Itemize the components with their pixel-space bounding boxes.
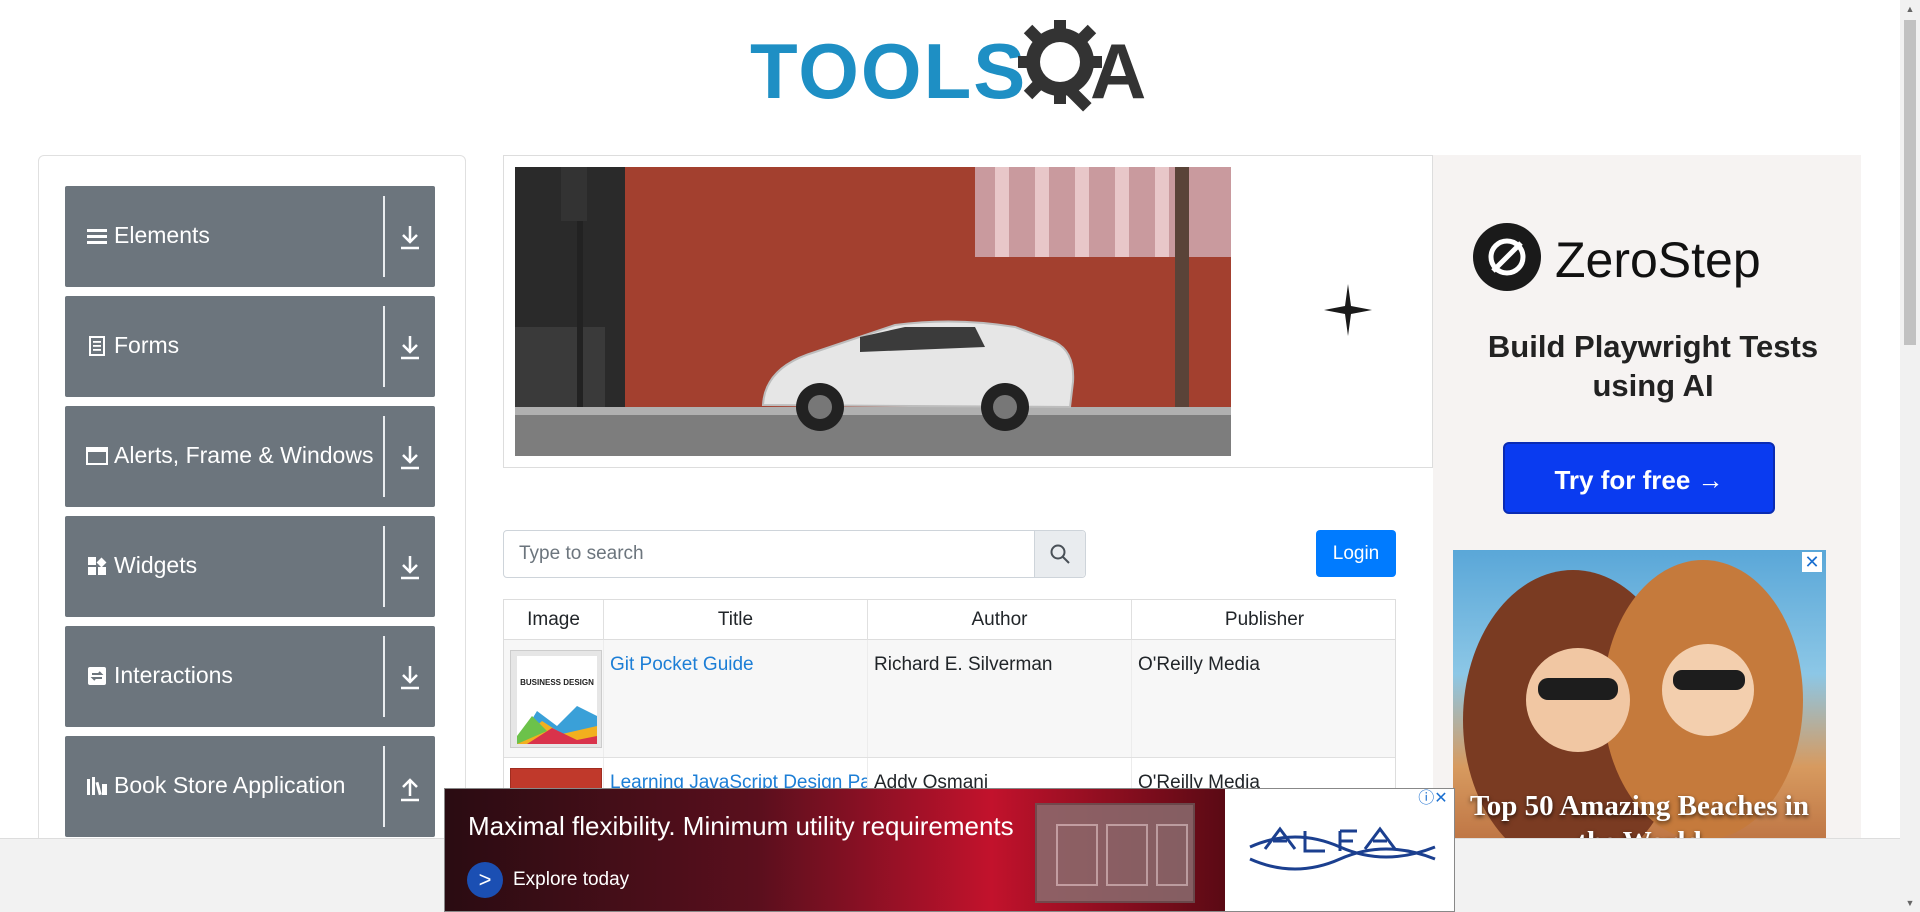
sidebar-group-widgets[interactable]: Widgets xyxy=(65,516,435,617)
scroll-down-icon[interactable]: ▼ xyxy=(1900,894,1920,912)
close-icon[interactable]: ✕ xyxy=(1802,552,1822,572)
document-icon xyxy=(89,336,105,356)
download-arrow-icon xyxy=(401,666,419,690)
search-input[interactable] xyxy=(504,531,1036,577)
library-icon xyxy=(87,777,107,796)
book-cover-cell: BUSINESS DESIGN xyxy=(504,640,604,757)
divider xyxy=(383,746,385,827)
alfa-laval-logo xyxy=(1249,826,1436,871)
column-header-publisher[interactable]: Publisher xyxy=(1132,600,1395,640)
logo-text-accent: A xyxy=(1090,27,1147,115)
download-arrow-icon xyxy=(401,336,419,360)
list-icon xyxy=(87,229,107,244)
scroll-up-icon[interactable]: ▲ xyxy=(1900,0,1920,18)
zerostep-logo-icon xyxy=(1473,223,1541,291)
sidebar-group-elements[interactable]: Elements xyxy=(65,186,435,287)
product-image xyxy=(1035,803,1195,903)
window-icon xyxy=(86,447,108,465)
sidebar-group-book-store[interactable]: Book Store Application xyxy=(65,736,435,837)
divider xyxy=(383,196,385,277)
interactions-icon xyxy=(88,667,106,685)
zerostep-name: ZeroStep xyxy=(1555,232,1761,288)
book-title-link[interactable]: Git Pocket Guide xyxy=(610,654,754,675)
sparkle-icon xyxy=(1324,284,1372,336)
bottom-ad-headline: Maximal flexibility. Minimum utility req… xyxy=(468,811,1014,841)
login-button[interactable]: Login xyxy=(1316,530,1396,577)
arrow-right-icon: > xyxy=(467,862,503,898)
bottom-ad-banner: Maximal flexibility. Minimum utility req… xyxy=(445,789,1225,911)
sidebar-group-label: Elements xyxy=(114,222,210,248)
banner-ad[interactable] xyxy=(503,155,1433,468)
search-box xyxy=(503,530,1086,578)
book-cover-image[interactable]: BUSINESS DESIGN xyxy=(510,650,602,748)
book-author-cell: Richard E. Silverman xyxy=(868,640,1132,757)
divider xyxy=(383,636,385,717)
sidebar-group-label: Book Store Application xyxy=(114,772,346,798)
left-sidebar: Elements Forms Alerts, Frame & Windows W… xyxy=(38,155,466,855)
sidebar-group-interactions[interactable]: Interactions xyxy=(65,626,435,727)
book-title-cell: Git Pocket Guide xyxy=(604,640,868,757)
sidebar-group-forms[interactable]: Forms xyxy=(65,296,435,397)
column-header-image[interactable]: Image xyxy=(504,600,604,640)
sidebar-group-label: Alerts, Frame & Windows xyxy=(114,442,374,468)
column-header-title[interactable]: Title xyxy=(604,600,868,640)
sidebar-group-label: Interactions xyxy=(114,662,233,688)
scrollbar-thumb[interactable] xyxy=(1904,20,1916,345)
table-row: BUSINESS DESIGN Git Pocket Guide Richard… xyxy=(504,640,1395,758)
upload-arrow-icon xyxy=(401,778,419,802)
try-for-free-button[interactable]: Try for free → xyxy=(1503,442,1775,514)
bottom-ad[interactable]: Maximal flexibility. Minimum utility req… xyxy=(444,788,1455,912)
explore-today-button[interactable]: > Explore today xyxy=(467,861,629,899)
divider xyxy=(383,526,385,607)
sidebar-group-label: Forms xyxy=(114,332,180,358)
page-scrollbar[interactable]: ▲ ▼ xyxy=(1900,0,1920,912)
download-arrow-icon xyxy=(401,446,419,470)
zerostep-tagline: Build Playwright Tests using AI xyxy=(1487,329,1819,403)
download-arrow-icon xyxy=(401,556,419,580)
logo-text: TOOLS xyxy=(750,27,1028,115)
column-header-author[interactable]: Author xyxy=(868,600,1132,640)
right-ad[interactable]: ZeroStep Build Playwright Tests using AI… xyxy=(1433,155,1861,855)
divider xyxy=(383,306,385,387)
download-arrow-icon xyxy=(401,226,419,250)
search-icon xyxy=(1050,544,1070,564)
table-header-row: Image Title Author Publisher xyxy=(504,600,1395,640)
beach-ad[interactable]: ✕ Top 50 Amazing Beaches in the World xyxy=(1453,550,1826,855)
widgets-icon xyxy=(88,557,107,575)
book-publisher-cell: O'Reilly Media xyxy=(1138,654,1260,675)
toolsqa-logo[interactable]: TOOLS A xyxy=(750,18,1155,115)
sidebar-group-alerts[interactable]: Alerts, Frame & Windows xyxy=(65,406,435,507)
books-table: Image Title Author Publisher BUSINESS DE… xyxy=(503,599,1396,799)
search-button[interactable] xyxy=(1034,531,1085,577)
divider xyxy=(383,416,385,497)
ad-choices-close-icon[interactable]: ⓘ✕ xyxy=(1414,789,1452,809)
sidebar-group-label: Widgets xyxy=(114,552,198,578)
banner-car-image xyxy=(515,167,1231,456)
explore-today-label: Explore today xyxy=(513,869,630,890)
